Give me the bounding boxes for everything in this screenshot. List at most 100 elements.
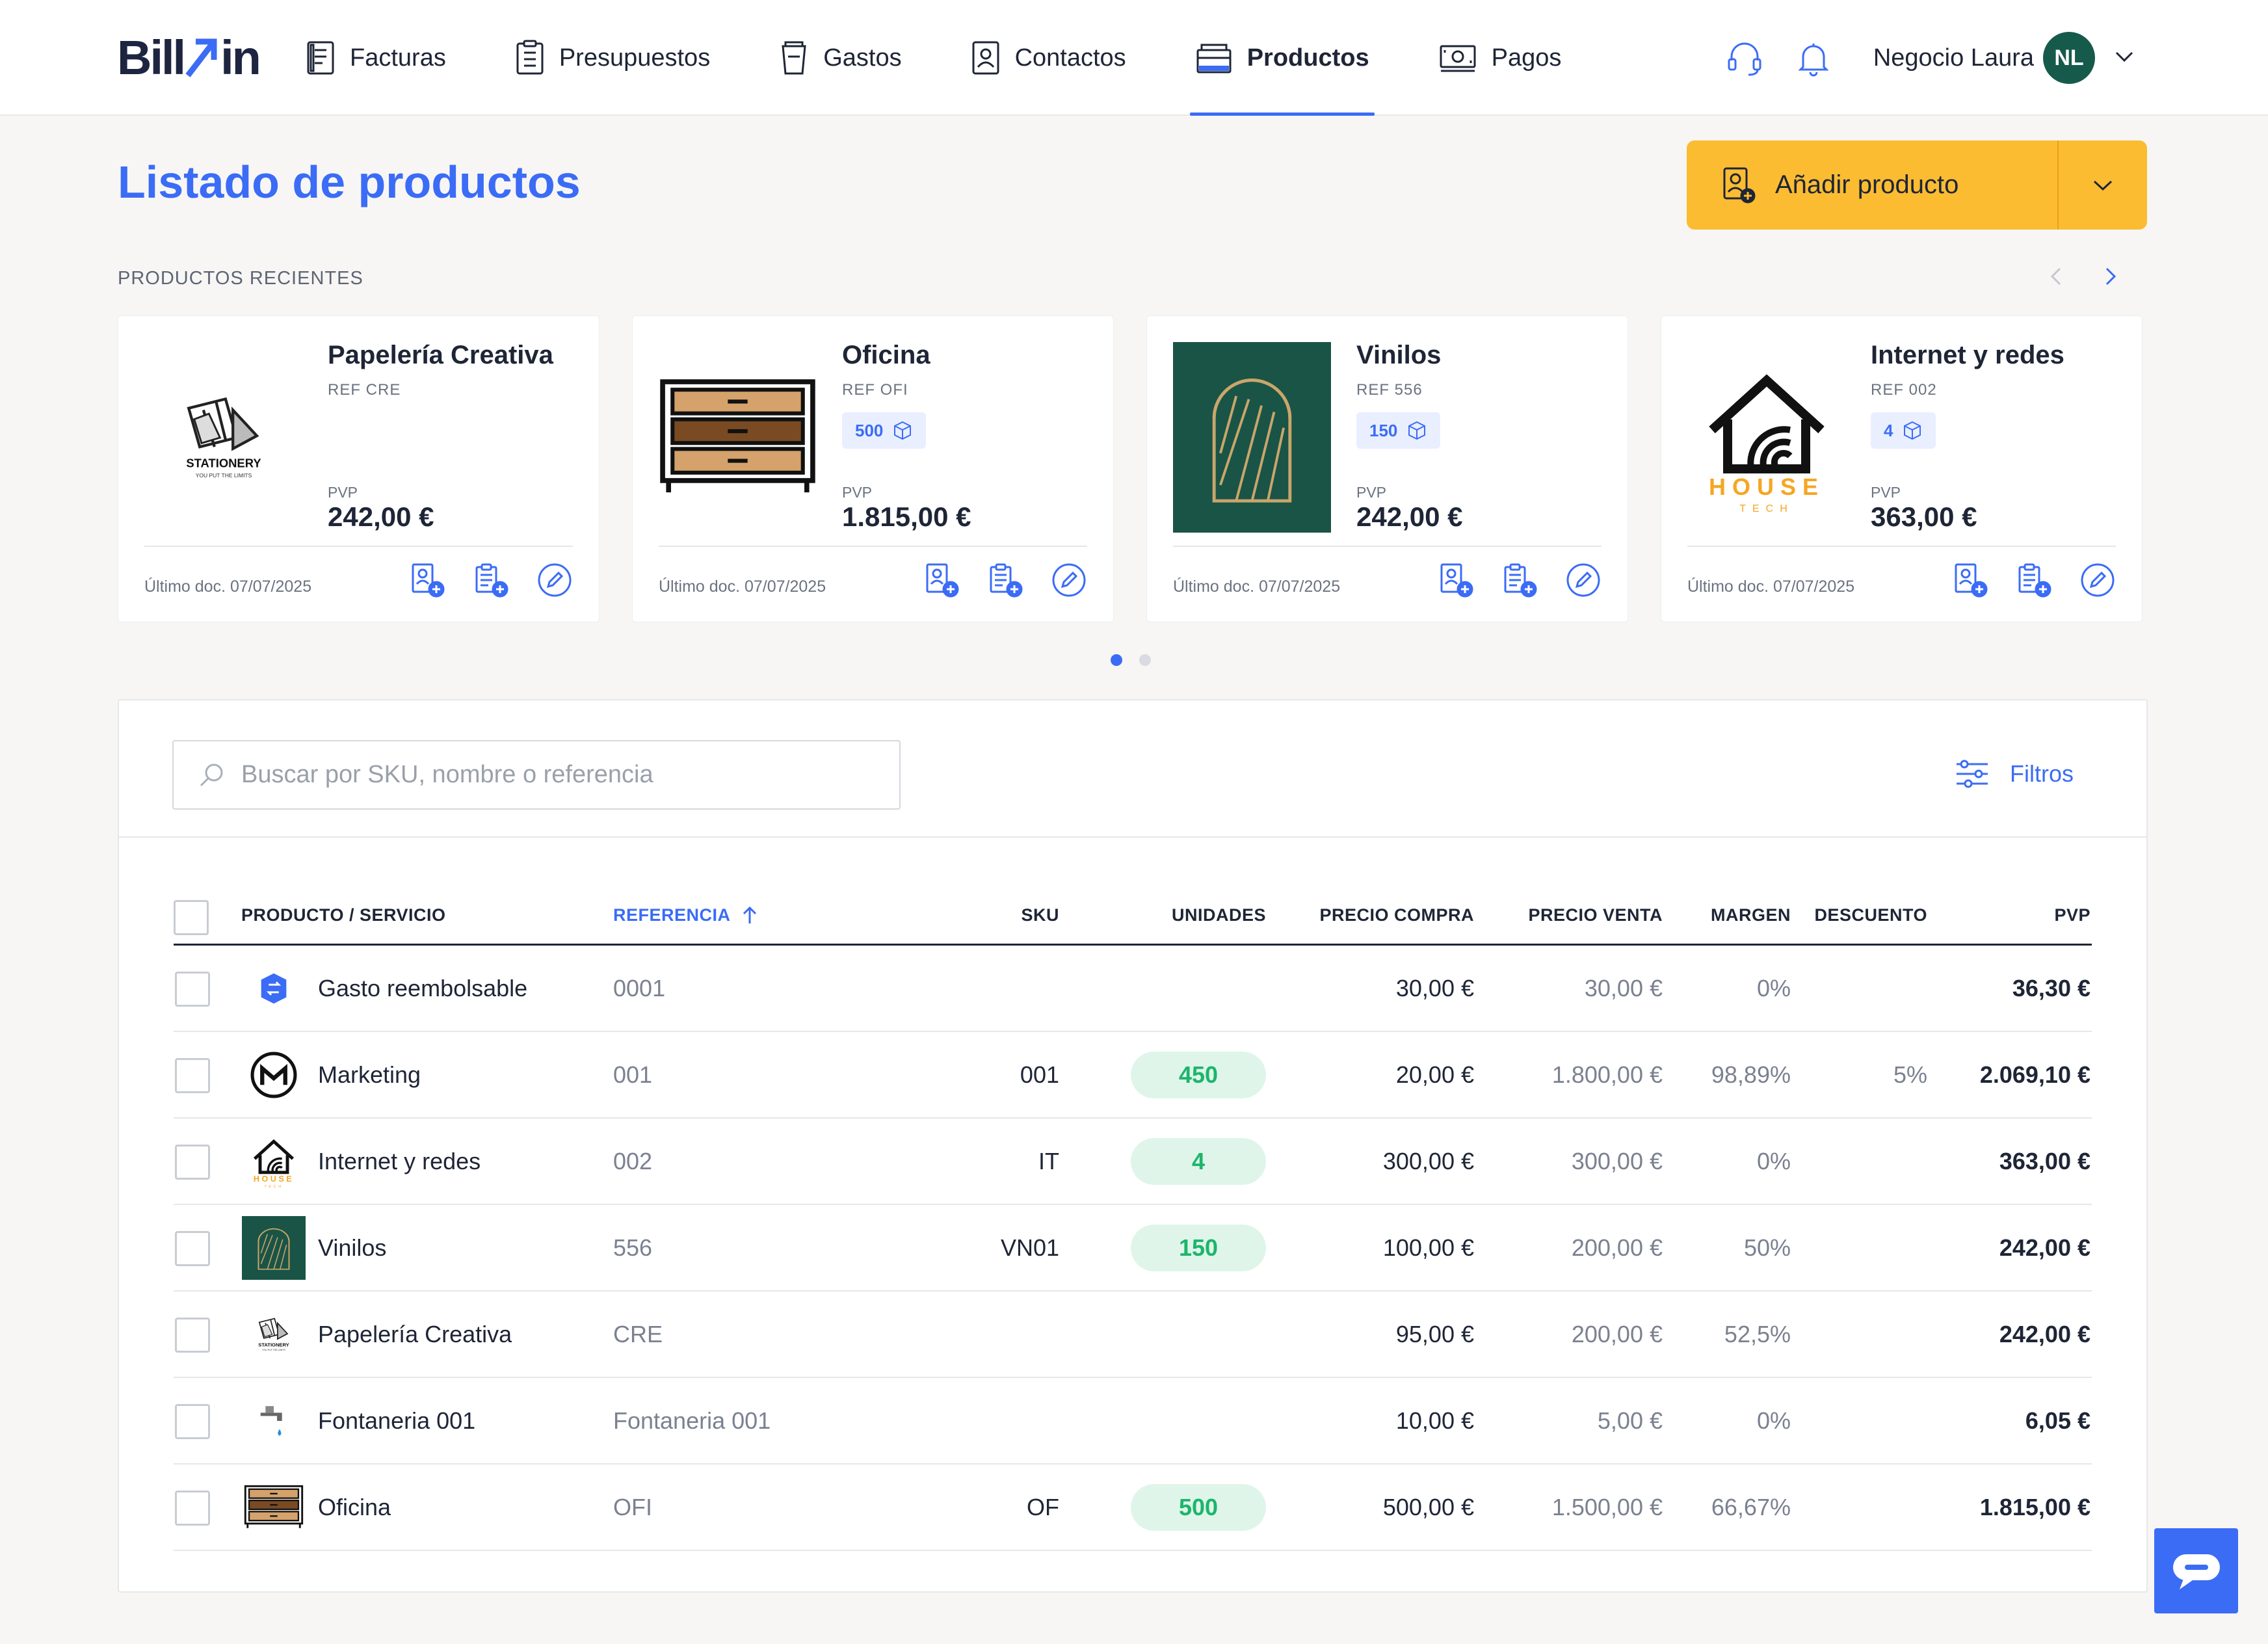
company-name[interactable]: Negocio Laura (1873, 44, 2034, 72)
select-all-checkbox[interactable] (174, 900, 209, 935)
product-name[interactable]: Fontaneria 001 (318, 1378, 475, 1463)
row-checkbox[interactable] (175, 1058, 210, 1093)
row-checkbox[interactable] (175, 1404, 210, 1439)
units-badge: 500 (842, 412, 927, 449)
recent-product-card[interactable]: Oficina REF OFI 500 PVP 1.815,00 € Últim… (632, 315, 1114, 622)
nav-gastos[interactable]: Gastos (779, 0, 902, 116)
product-thumbnail (241, 946, 306, 1031)
filters-button[interactable]: Filtros (1954, 758, 2074, 790)
new-invoice-icon[interactable] (1952, 562, 1988, 602)
recent-product-card[interactable]: HOUSE TECH Internet y redes REF 002 4 PV… (1661, 315, 2143, 622)
nav-pagos[interactable]: Pagos (1438, 0, 1561, 116)
new-quote-icon[interactable] (2016, 562, 2052, 602)
carousel-next-icon[interactable] (2103, 263, 2118, 293)
nav-contactos[interactable]: Contactos (971, 0, 1126, 116)
new-invoice-icon[interactable] (923, 562, 960, 602)
product-name[interactable]: Vinilos (318, 1205, 386, 1290)
product-thumbnail: STATIONERY YOU PUT THE LIMITS (241, 1292, 306, 1377)
product-sku: VN01 (1000, 1234, 1059, 1261)
row-checkbox[interactable] (175, 1318, 210, 1353)
nav-facturas[interactable]: Facturas (306, 0, 446, 116)
pvp-total: 2.069,10 € (1979, 1061, 2090, 1088)
card-actions (1438, 562, 1602, 602)
row-checkbox[interactable] (175, 1145, 210, 1180)
product-name[interactable]: Papelería Creativa (318, 1292, 512, 1377)
svg-text:STATIONERY: STATIONERY (258, 1342, 289, 1347)
carousel-prev-icon[interactable] (2048, 263, 2064, 293)
new-quote-icon[interactable] (1501, 562, 1538, 602)
chevron-down-icon[interactable] (2115, 50, 2134, 66)
bell-icon[interactable] (1795, 38, 1832, 77)
support-headset-icon[interactable] (1725, 38, 1764, 77)
edit-icon[interactable] (1051, 562, 1087, 602)
new-invoice-icon[interactable] (409, 562, 445, 602)
edit-icon[interactable] (1565, 562, 1602, 602)
col-product[interactable]: PRODUCTO / SERVICIO (241, 905, 446, 925)
add-product-dropdown[interactable] (2059, 140, 2147, 230)
table-row[interactable]: STATIONERY YOU PUT THE LIMITS Papelería … (174, 1292, 2092, 1378)
add-product-button[interactable]: Añadir producto (1687, 140, 2057, 230)
units-cell: 150 (1131, 1205, 1266, 1290)
units-pill: 500 (1131, 1483, 1266, 1531)
col-discount[interactable]: DESCUENTO (1814, 905, 1927, 925)
product-reference: 0001 (613, 974, 666, 1001)
product-name[interactable]: Gasto reembolsable (318, 946, 527, 1031)
table-row[interactable]: Oficina OFI OF 500 500,00 € 1.500,00 € 6… (174, 1465, 2092, 1551)
carousel-dot[interactable] (1139, 654, 1151, 666)
edit-icon[interactable] (536, 562, 573, 602)
row-checkbox[interactable] (175, 1231, 210, 1266)
table-row[interactable]: HOUSE TECH Internet y redes 002 IT 4 300… (174, 1119, 2092, 1205)
margin: 0% (1756, 974, 1791, 1001)
units-badge: 150 (1356, 412, 1441, 449)
product-name[interactable]: Oficina (318, 1465, 391, 1550)
nav-label: Facturas (350, 44, 446, 72)
nav-productos[interactable]: Productos (1189, 0, 1375, 116)
card-pvp: 242,00 € (1356, 501, 1463, 532)
col-units[interactable]: UNIDADES (1172, 905, 1266, 925)
col-pvp[interactable]: PVP (2054, 905, 2090, 925)
pvp-total: 1.815,00 € (1979, 1493, 2090, 1520)
table-row[interactable]: Vinilos 556 VN01 150 100,00 € 200,00 € 5… (174, 1205, 2092, 1292)
product-name[interactable]: Internet y redes (318, 1119, 481, 1204)
sell-price: 30,00 € (1584, 974, 1663, 1001)
col-reference[interactable]: REFERENCIA (613, 905, 759, 925)
pvp-total: 6,05 € (2025, 1407, 2090, 1434)
product-thumbnail (241, 1032, 306, 1117)
avatar[interactable]: NL (2043, 32, 2095, 84)
logo-text-start: Bill (117, 30, 186, 85)
table-row[interactable]: Marketing 001 001 450 20,00 € 1.800,00 €… (174, 1032, 2092, 1119)
product-icon (1195, 40, 1247, 76)
contact-icon (971, 40, 1015, 76)
col-buy-price[interactable]: PRECIO COMPRA (1319, 905, 1474, 925)
new-quote-icon[interactable] (987, 562, 1023, 602)
search-input[interactable]: Buscar por SKU, nombre o referencia (172, 740, 901, 810)
recent-products-carousel: STATIONERY YOU PUT THE LIMITS Papelería … (118, 315, 2143, 622)
card-actions (923, 562, 1087, 602)
recent-product-card[interactable]: Vinilos REF 556 150 PVP 242,00 € Último … (1146, 315, 1628, 622)
units-badge-value: 150 (1369, 420, 1398, 440)
nav-label: Presupuestos (559, 44, 711, 72)
new-invoice-icon[interactable] (1438, 562, 1474, 602)
units-cell: 450 (1131, 1032, 1266, 1117)
recent-product-card[interactable]: STATIONERY YOU PUT THE LIMITS Papelería … (118, 315, 600, 622)
col-sku[interactable]: SKU (1021, 905, 1059, 925)
carousel-dot[interactable] (1111, 654, 1122, 666)
edit-icon[interactable] (2079, 562, 2116, 602)
main-nav: Facturas Presupuestos Gastos Contactos Produ… (306, 0, 1630, 116)
card-product-ref: REF OFI (842, 381, 908, 399)
product-name[interactable]: Marketing (318, 1032, 421, 1117)
new-quote-icon[interactable] (473, 562, 509, 602)
billin-logo[interactable]: Bill in (117, 31, 261, 85)
svg-text:HOUSE: HOUSE (1708, 473, 1824, 500)
row-checkbox[interactable] (175, 1491, 210, 1526)
row-checkbox[interactable] (175, 972, 210, 1007)
chat-button[interactable] (2154, 1528, 2238, 1613)
col-sell-price[interactable]: PRECIO VENTA (1528, 905, 1663, 925)
sort-asc-icon (743, 906, 756, 923)
margin: 98,89% (1711, 1061, 1791, 1088)
table-row[interactable]: Gasto reembolsable 0001 30,00 € 30,00 € … (174, 946, 2092, 1032)
table-row[interactable]: Fontaneria 001 Fontaneria 001 10,00 € 5,… (174, 1378, 2092, 1465)
nav-presupuestos[interactable]: Presupuestos (515, 0, 710, 116)
col-margin[interactable]: MARGEN (1711, 905, 1791, 925)
product-thumbnail: STATIONERY YOU PUT THE LIMITS (144, 342, 302, 533)
